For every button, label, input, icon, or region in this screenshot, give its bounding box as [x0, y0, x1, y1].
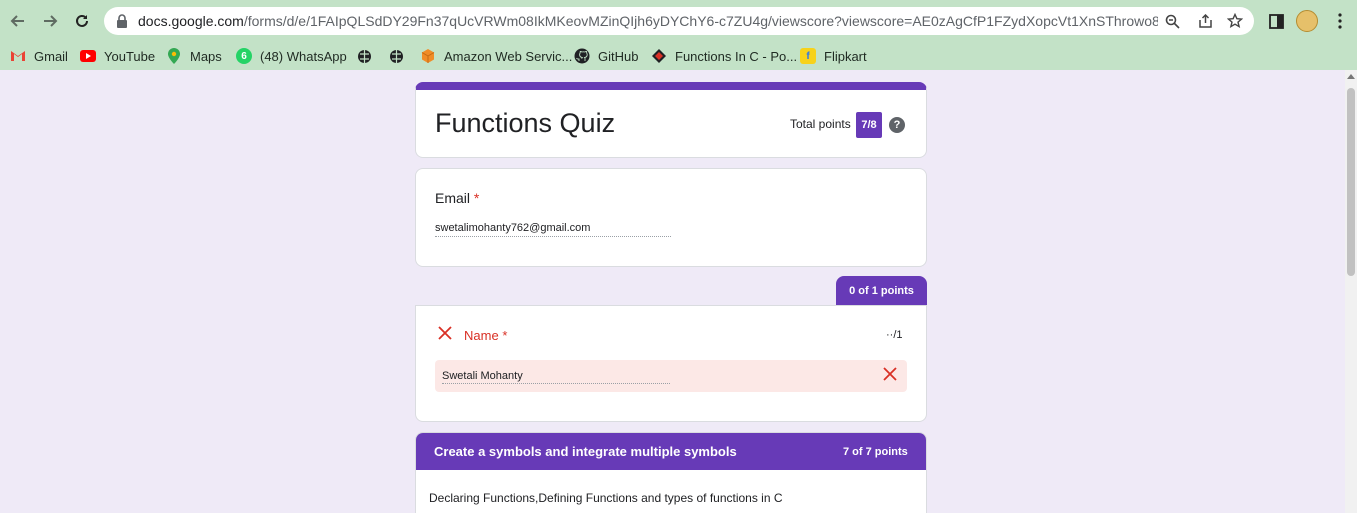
section-description: Declaring Functions,Defining Functions a… [429, 491, 783, 505]
scrollbar-thumb[interactable] [1347, 88, 1355, 276]
bookmark-label: Maps [190, 48, 222, 64]
total-points-badge: 7/8 [856, 112, 882, 138]
bookmark-flipkart[interactable]: f Flipkart [800, 46, 867, 66]
name-answer-value: Swetali Mohanty [442, 370, 670, 384]
back-arrow-icon[interactable] [6, 9, 30, 33]
youtube-icon [80, 48, 96, 64]
browser-toolbar: docs.google.com/forms/d/e/1FAIpQLSdDY29F… [0, 0, 1357, 42]
name-question-card: Name * ··/1 Swetali Mohanty [415, 305, 927, 422]
maps-pin-icon [166, 48, 182, 64]
side-panel-icon[interactable] [1265, 10, 1287, 32]
lock-icon[interactable] [116, 14, 128, 33]
globe-icon [388, 48, 404, 64]
bookmark-functions-in-c[interactable]: Functions In C - Po... [651, 46, 797, 66]
form-header-card: Functions Quiz Total points 7/8 ? [415, 82, 927, 158]
bookmark-maps[interactable]: Maps [166, 46, 222, 66]
form-title: Functions Quiz [435, 108, 616, 138]
forward-arrow-icon[interactable] [38, 9, 62, 33]
email-label-text: Email [435, 190, 471, 206]
share-icon[interactable] [1196, 12, 1214, 30]
diamond-logo-icon [651, 48, 667, 64]
email-value: swetalimohanty762@gmail.com [435, 222, 671, 237]
bookmark-label: Functions In C - Po... [675, 48, 798, 64]
bookmark-label: Amazon Web Servic... [444, 48, 573, 64]
bookmarks-bar: Gmail YouTube Maps 6 (48) WhatsApp Amazo… [0, 42, 1357, 70]
bookmark-label: (48) WhatsApp [260, 48, 347, 64]
globe-icon [356, 48, 372, 64]
name-label: Name * [464, 328, 507, 343]
bookmark-globe-2[interactable] [388, 46, 404, 66]
bookmark-github[interactable]: GitHub [574, 46, 638, 66]
total-points-label: Total points [790, 117, 851, 131]
gmail-icon [10, 48, 26, 64]
flipkart-icon: f [800, 48, 816, 64]
address-bar[interactable]: docs.google.com/forms/d/e/1FAIpQLSdDY29F… [104, 7, 1254, 35]
url-host: docs.google.com [138, 13, 244, 29]
bookmark-whatsapp[interactable]: 6 (48) WhatsApp [236, 46, 347, 66]
bookmark-label: Gmail [34, 48, 68, 64]
section-header: Create a symbols and integrate multiple … [416, 433, 926, 470]
page-scrollbar[interactable] [1345, 70, 1357, 513]
question-points-tab: 0 of 1 points [836, 276, 927, 306]
bookmark-youtube[interactable]: YouTube [80, 46, 155, 66]
zoom-icon[interactable] [1163, 12, 1181, 30]
email-question-card: Email * swetalimohanty762@gmail.com [415, 168, 927, 267]
help-icon[interactable]: ? [889, 117, 905, 133]
url-path: /forms/d/e/1FAIpQLSdDY29Fn37qUcVRWm08IkM… [243, 13, 1158, 29]
bookmark-aws[interactable]: Amazon Web Servic... [420, 46, 572, 66]
aws-cube-icon [420, 48, 436, 64]
bookmark-gmail[interactable]: Gmail [10, 46, 68, 66]
incorrect-x-icon [437, 326, 453, 342]
section-card: Create a symbols and integrate multiple … [415, 432, 927, 513]
bookmark-label: GitHub [598, 48, 639, 64]
bookmark-globe-1[interactable] [356, 46, 372, 66]
scroll-up-arrow-icon[interactable] [1347, 74, 1355, 79]
url-text[interactable]: docs.google.com/forms/d/e/1FAIpQLSdDY29F… [138, 13, 1158, 29]
bookmark-label: Flipkart [824, 48, 867, 64]
bookmark-star-icon[interactable] [1226, 12, 1244, 30]
required-mark: * [473, 190, 480, 206]
question-score: ··/1 [886, 329, 903, 341]
whatsapp-icon: 6 [236, 48, 252, 64]
bookmark-label: YouTube [104, 48, 156, 64]
section-points: 7 of 7 points [843, 446, 908, 458]
github-icon [574, 48, 590, 64]
section-title: Create a symbols and integrate multiple … [434, 444, 737, 459]
incorrect-answer-box: Swetali Mohanty [435, 360, 907, 392]
reload-icon[interactable] [70, 9, 94, 33]
name-label-text: Name [464, 328, 499, 343]
incorrect-x-icon [881, 367, 899, 385]
profile-avatar[interactable] [1296, 10, 1318, 32]
required-mark: * [502, 328, 508, 343]
more-menu-icon[interactable] [1329, 10, 1351, 32]
email-label: Email * [435, 190, 479, 206]
